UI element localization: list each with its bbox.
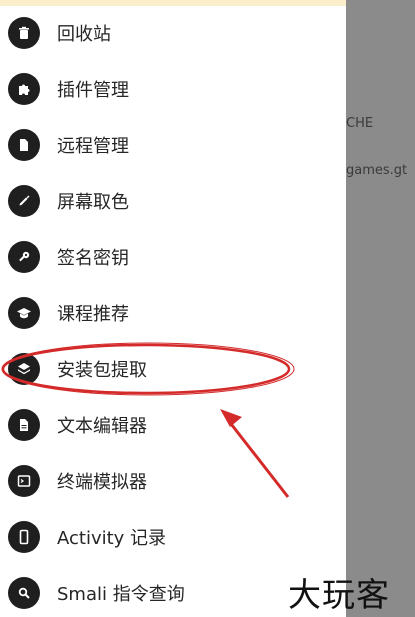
menu-item-label: 插件管理	[57, 80, 129, 101]
menu-item-terminal-emulator[interactable]: 终端模拟器	[0, 453, 346, 509]
menu-item-apk-extract[interactable]: 安装包提取	[0, 341, 346, 397]
watermark-logo: 大玩客	[288, 575, 390, 614]
layers-icon	[8, 353, 40, 385]
menu-item-label: Activity 记录	[57, 528, 167, 549]
menu-item-label: 终端模拟器	[57, 472, 147, 493]
menu-item-signing-key[interactable]: 签名密钥	[0, 229, 346, 285]
eyedropper-icon	[8, 185, 40, 217]
menu-item-activity-log[interactable]: Activity 记录	[0, 509, 346, 565]
menu-item-plugin-management[interactable]: 插件管理	[0, 61, 346, 117]
graduation-cap-icon	[8, 297, 40, 329]
menu-item-label: 远程管理	[57, 136, 129, 157]
navigation-drawer: 回收站 插件管理 远程管理 屏幕取色 签名密钥 课程推荐 安装包提取 文本编辑器…	[0, 0, 346, 617]
puzzle-icon	[8, 73, 40, 105]
file-icon	[8, 129, 40, 161]
background-text-che: CHE	[346, 116, 374, 131]
menu-item-text-editor[interactable]: 文本编辑器	[0, 397, 346, 453]
key-icon	[8, 241, 40, 273]
menu-item-label: 回收站	[57, 24, 111, 45]
menu-item-label: 课程推荐	[57, 304, 129, 325]
phone-icon	[8, 521, 40, 553]
menu-item-course-recommendation[interactable]: 课程推荐	[0, 285, 346, 341]
trash-icon	[8, 17, 40, 49]
drawer-scrim[interactable]	[346, 0, 415, 617]
menu-item-label: 签名密钥	[57, 248, 129, 269]
menu-item-screen-color-picker[interactable]: 屏幕取色	[0, 173, 346, 229]
menu-item-label: 安装包提取	[57, 360, 147, 381]
document-icon	[8, 409, 40, 441]
menu-item-label: Smali 指令查询	[57, 584, 185, 605]
screen: CHE games.gt 回收站 插件管理 远程管理 屏幕取色 签名密钥 课程推…	[0, 0, 415, 617]
menu-item-recycle-bin[interactable]: 回收站	[0, 5, 346, 61]
menu-item-remote-management[interactable]: 远程管理	[0, 117, 346, 173]
search-icon	[8, 577, 40, 609]
menu-item-label: 屏幕取色	[57, 192, 129, 213]
background-text-games: games.gt	[346, 163, 408, 178]
menu-item-label: 文本编辑器	[57, 416, 147, 437]
terminal-icon	[8, 465, 40, 497]
